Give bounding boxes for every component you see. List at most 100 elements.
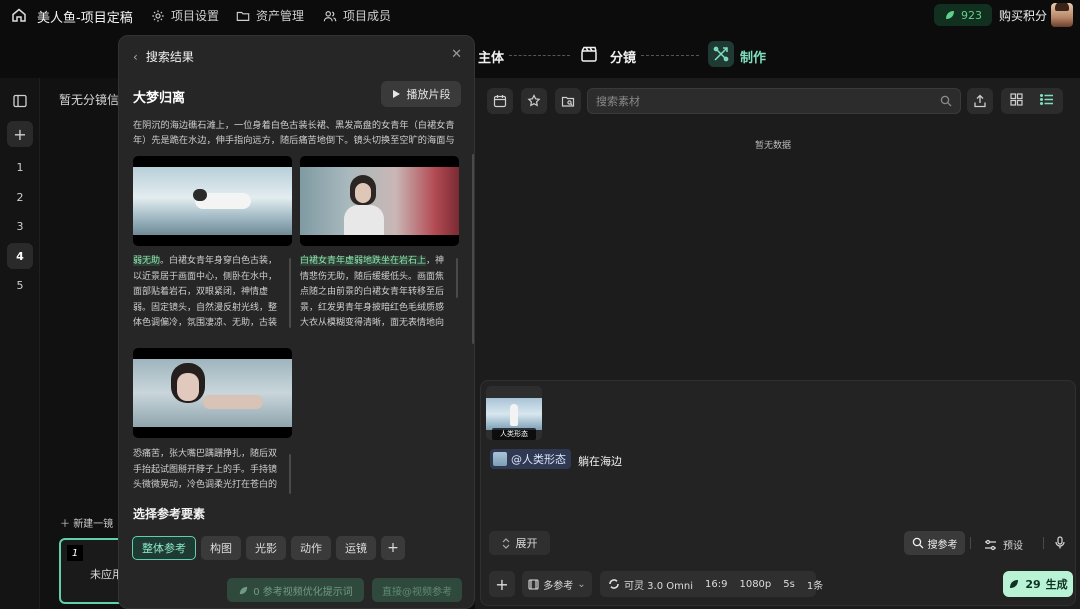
chip-camera-movement[interactable]: 运镜 [336, 536, 376, 560]
kling-logo-icon [609, 579, 619, 589]
left-rail: + 1 2 3 4 5 [0, 78, 40, 609]
chip-composition[interactable]: 构图 [201, 536, 241, 560]
optimize-label: 0 参考视频优化提示词 [253, 586, 353, 598]
search-icon[interactable] [940, 95, 952, 110]
search-results-panel: ‹ 搜索结果 ✕ 大梦归离 播放片段 在阴沉的海边礁石滩上，一位身着白色古装长裙… [118, 35, 475, 609]
model-name: 可灵 3.0 Omni [624, 580, 693, 592]
sliders-icon [985, 539, 996, 550]
result-description: 在阴沉的海边礁石滩上，一位身着白色古装长裙、黑发高盘的女青年（白裙女青年）先是跪… [133, 120, 455, 146]
duration[interactable]: 5s [783, 579, 795, 590]
shot-number[interactable]: 3 [7, 213, 33, 239]
clip-text: ，神情悲伤无助，随后缓缓低头。画面焦点随之由前景的白裙女青年转移至后景，红发男青… [300, 256, 445, 328]
upload-icon[interactable] [967, 88, 993, 114]
chip-lighting[interactable]: 光影 [246, 536, 286, 560]
prompt-composer: 人类形态 @人类形态 躺在海边 展开 搜参考 预设 + 多参考 ⌄ 可灵 3.0… [480, 380, 1076, 606]
clip-scrollbar[interactable] [456, 258, 458, 298]
clip-highlight: 弱无助 [133, 256, 161, 266]
search-input[interactable] [596, 93, 926, 109]
chevron-down-icon: ⌄ [577, 578, 586, 590]
leaf-icon [946, 11, 954, 19]
microphone-icon[interactable] [1055, 536, 1065, 552]
step-connector [509, 55, 570, 56]
reference-thumbnail[interactable]: 人类形态 [486, 386, 542, 440]
optimize-prompt-button[interactable]: 0 参考视频优化提示词 [227, 578, 364, 602]
project-title[interactable]: 美人鱼-项目定稿 [37, 7, 133, 26]
search-icon [912, 537, 923, 549]
sidebar-toggle-icon[interactable] [7, 88, 33, 114]
leaf-icon [1010, 580, 1019, 588]
mention-thumbnail [493, 452, 507, 466]
calendar-icon[interactable] [487, 88, 513, 114]
prompt-text[interactable]: 躺在海边 [578, 453, 622, 469]
multi-reference-label: 多参考 [543, 580, 574, 592]
avatar[interactable] [1051, 3, 1073, 27]
search-reference-button[interactable]: 搜参考 [904, 531, 965, 555]
step-storyboard[interactable]: 分镜 [610, 47, 636, 66]
step-subject[interactable]: 主体 [478, 47, 504, 66]
asset-search[interactable] [587, 88, 961, 114]
nav-asset-management[interactable]: 资产管理 [236, 7, 304, 24]
clip-thumbnail[interactable] [133, 156, 292, 246]
multi-reference-select[interactable]: 多参考 ⌄ [522, 571, 592, 597]
home-icon[interactable] [10, 6, 28, 24]
folder-icon [236, 11, 250, 21]
clip-thumbnail[interactable] [133, 348, 292, 438]
resolution[interactable]: 1080p [739, 579, 771, 590]
production-icon[interactable] [708, 41, 734, 67]
panel-title: 搜索结果 [145, 50, 194, 64]
nav-label: 项目设置 [171, 9, 220, 23]
no-data-label: 暂无数据 [755, 141, 792, 151]
clip-scrollbar[interactable] [289, 454, 291, 494]
step-production[interactable]: 制作 [740, 47, 766, 66]
aspect-ratio[interactable]: 16:9 [705, 579, 727, 590]
expand-button[interactable]: 展开 [489, 531, 550, 555]
new-shot-button[interactable]: ＋ 新建一镜 [60, 515, 113, 530]
close-icon[interactable]: ✕ [451, 47, 462, 62]
favorite-filter-icon[interactable] [521, 88, 547, 114]
add-shot-button[interactable]: + [7, 121, 33, 147]
shot-number-active[interactable]: 4 [7, 243, 33, 269]
clip-thumbnail[interactable] [300, 156, 459, 246]
storyboard-icon[interactable] [576, 41, 602, 67]
thumbnail-label: 人类形态 [492, 428, 536, 440]
panel-header: ‹ 搜索结果 [133, 48, 194, 65]
result-title: 大梦归离 [133, 91, 186, 106]
grid-view-icon[interactable] [1010, 93, 1023, 109]
generate-button[interactable]: 29 生成 [1003, 571, 1073, 597]
chip-overall-reference[interactable]: 整体参考 [132, 536, 196, 560]
add-button[interactable]: + [489, 571, 515, 597]
add-chip-button[interactable]: + [381, 536, 405, 560]
model-select[interactable]: 可灵 3.0 Omni [608, 577, 693, 592]
nav-project-settings[interactable]: 项目设置 [151, 7, 219, 24]
leaf-icon [240, 586, 248, 594]
direct-video-reference-button[interactable]: 直接@视频参考 [372, 578, 462, 602]
credits-value: 923 [961, 8, 982, 22]
empty-shots-label: 暂无分镜信 [59, 93, 120, 107]
clip-scrollbar[interactable] [289, 258, 291, 328]
mention-tag[interactable]: @人类形态 [490, 449, 571, 469]
credits-badge[interactable]: 923 [934, 4, 992, 26]
preset-button[interactable]: 预设 [984, 537, 1023, 552]
generate-cost: 29 [1025, 577, 1041, 591]
model-settings[interactable]: 可灵 3.0 Omni 16:9 1080p 5s 1条 [600, 571, 823, 597]
nav-project-members[interactable]: 项目成员 [323, 7, 391, 24]
view-toggle [1001, 88, 1063, 114]
play-icon [392, 90, 400, 98]
list-view-icon[interactable] [1040, 93, 1054, 109]
film-icon [528, 578, 539, 590]
chip-action[interactable]: 动作 [291, 536, 331, 560]
folder-search-icon[interactable] [555, 88, 581, 114]
back-icon[interactable]: ‹ [133, 50, 138, 64]
output-count[interactable]: 1条 [807, 577, 823, 592]
clip-highlight: 白裙女青年虚弱地跌坐在岩石上 [300, 256, 427, 266]
buy-credits-link[interactable]: 购买积分 [999, 7, 1047, 24]
expand-label: 展开 [515, 537, 538, 550]
play-clip-button[interactable]: 播放片段 [381, 81, 461, 107]
mention-text: @人类形态 [511, 453, 566, 466]
generate-label: 生成 [1045, 578, 1068, 591]
step-connector [641, 55, 699, 56]
shot-number[interactable]: 1 [7, 154, 33, 180]
shot-number[interactable]: 2 [7, 184, 33, 210]
top-bar: 美人鱼-项目定稿 项目设置 资产管理 项目成员 923 购买积分 [0, 0, 1080, 30]
shot-number[interactable]: 5 [7, 272, 33, 298]
